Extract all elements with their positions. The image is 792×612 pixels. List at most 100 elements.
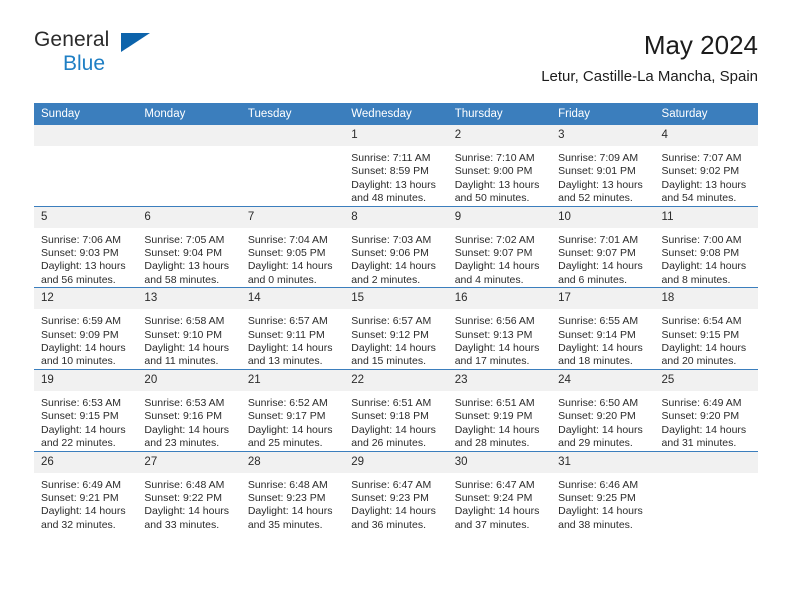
sunrise-text: Sunrise: 7:04 AM: [247, 233, 328, 246]
sunrise-text: Sunrise: 6:57 AM: [247, 315, 328, 328]
calendar-day-cell[interactable]: 9 Sunrise: 7:02 AM Sunset: 9:07 PM Daylight…: [447, 205, 552, 288]
calendar-day-cell[interactable]: 26 Sunrise: 6:49 AM Sunset: 9:21 PM Dayligh…: [34, 450, 138, 533]
calendar-day-cell[interactable]: 22 Sunrise: 6:51 AM Sunset: 9:18 PM Dayligh…: [344, 368, 448, 451]
calendar-day-cell[interactable]: 21 Sunrise: 6:52 AM Sunset: 9:17 PM Dayligh…: [240, 368, 345, 451]
daylight-text-line2: and 10 minutes.: [41, 355, 116, 368]
daylight-text-line1: Daylight: 14 hours: [247, 423, 333, 436]
sunrise-text: Sunrise: 6:51 AM: [454, 396, 535, 409]
daylight-text-line2: and 48 minutes.: [351, 192, 426, 205]
day-details: Sunrise: 6:56 AM Sunset: 9:13 PM Daylight:…: [448, 309, 551, 369]
sunrise-text: Sunrise: 6:57 AM: [351, 315, 432, 328]
sunrise-text: Sunrise: 7:05 AM: [144, 233, 225, 246]
day-number: [240, 125, 345, 146]
day-details: Sunrise: 6:57 AM Sunset: 9:12 PM Daylight:…: [344, 309, 447, 369]
calendar-grid: Sunday Monday Tuesday Wednesday Thursday…: [34, 103, 758, 533]
calendar-day-cell[interactable]: 2 Sunrise: 7:10 AM Sunset: 9:00 PM Daylight…: [447, 125, 552, 207]
calendar-day-cell[interactable]: 23 Sunrise: 6:51 AM Sunset: 9:19 PM Dayligh…: [447, 368, 552, 451]
daylight-text-line1: Daylight: 14 hours: [351, 423, 436, 436]
sunset-text: Sunset: 9:20 PM: [558, 410, 636, 423]
daylight-text-line1: Daylight: 14 hours: [661, 423, 747, 436]
page-title: May 2024: [643, 30, 758, 60]
daylight-text-line1: Daylight: 14 hours: [454, 342, 540, 355]
day-number: 29: [344, 451, 448, 473]
sunrise-text: Sunrise: 7:00 AM: [661, 233, 742, 246]
day-details: Sunrise: 6:46 AM Sunset: 9:25 PM Daylight:…: [551, 473, 654, 533]
day-number: 13: [137, 288, 241, 310]
day-details: Sunrise: 6:57 AM Sunset: 9:11 PM Daylight:…: [241, 309, 344, 369]
calendar-day-cell[interactable]: 25 Sunrise: 6:49 AM Sunset: 9:20 PM Dayligh…: [654, 368, 758, 451]
sunset-text: Sunset: 9:22 PM: [144, 491, 223, 504]
sunset-text: Sunset: 9:25 PM: [558, 491, 636, 504]
calendar-body: 1 Sunrise: 7:11 AM Sunset: 8:59 PM Daylight…: [34, 125, 758, 533]
weekday-header-sunday: Sunday: [34, 103, 138, 125]
calendar-day-cell[interactable]: 17 Sunrise: 6:55 AM Sunset: 9:14 PM Dayligh…: [551, 287, 655, 370]
calendar-day-cell[interactable]: 16 Sunrise: 6:56 AM Sunset: 9:13 PM Dayligh…: [447, 287, 552, 370]
sunset-text: Sunset: 9:15 PM: [661, 328, 740, 341]
calendar-day-cell[interactable]: 11 Sunrise: 7:00 AM Sunset: 9:08 PM Dayligh…: [654, 205, 758, 288]
calendar-day-cell[interactable]: 8 Sunrise: 7:03 AM Sunset: 9:06 PM Daylight…: [344, 205, 448, 288]
day-details: Sunrise: 6:52 AM Sunset: 9:17 PM Daylight:…: [241, 391, 344, 451]
day-number: 17: [551, 288, 655, 310]
sunrise-text: Sunrise: 6:53 AM: [144, 396, 225, 409]
daylight-text-line1: Daylight: 13 hours: [351, 178, 436, 191]
day-number: 3: [551, 125, 655, 146]
day-number: 22: [344, 369, 448, 391]
sunrise-text: Sunrise: 6:49 AM: [41, 478, 121, 491]
calendar-day-cell[interactable]: 19 Sunrise: 6:53 AM Sunset: 9:15 PM Dayligh…: [34, 368, 138, 451]
sunset-text: Sunset: 9:21 PM: [41, 491, 119, 504]
sunrise-text: Sunrise: 7:03 AM: [351, 233, 432, 246]
daylight-text-line1: Daylight: 14 hours: [454, 423, 540, 436]
daylight-text-line2: and 22 minutes.: [41, 437, 116, 450]
sunset-text: Sunset: 9:02 PM: [661, 165, 740, 178]
day-number: 19: [34, 369, 138, 391]
weekday-header-thursday: Thursday: [447, 103, 552, 125]
calendar-day-cell[interactable]: 1 Sunrise: 7:11 AM Sunset: 8:59 PM Daylight…: [344, 125, 448, 207]
daylight-text-line2: and 18 minutes.: [558, 355, 633, 368]
day-details: Sunrise: 7:07 AM Sunset: 9:02 PM Daylight:…: [655, 146, 758, 206]
calendar-day-cell[interactable]: 29 Sunrise: 6:47 AM Sunset: 9:23 PM Dayligh…: [344, 450, 448, 533]
day-details: Sunrise: 7:04 AM Sunset: 9:05 PM Daylight:…: [241, 228, 344, 288]
daylight-text-line2: and 23 minutes.: [144, 437, 220, 450]
brand-logo[interactable]: General Blue: [34, 28, 164, 84]
day-number: 7: [240, 206, 345, 228]
calendar-day-cell[interactable]: 3 Sunrise: 7:09 AM Sunset: 9:01 PM Daylight…: [551, 125, 655, 207]
calendar-day-cell[interactable]: 20 Sunrise: 6:53 AM Sunset: 9:16 PM Dayligh…: [137, 368, 241, 451]
calendar-day-cell[interactable]: 24 Sunrise: 6:50 AM Sunset: 9:20 PM Dayligh…: [551, 368, 655, 451]
calendar-day-cell[interactable]: 6 Sunrise: 7:05 AM Sunset: 9:04 PM Daylight…: [137, 205, 241, 288]
calendar-day-cell[interactable]: 27 Sunrise: 6:48 AM Sunset: 9:22 PM Dayligh…: [137, 450, 241, 533]
calendar-day-cell[interactable]: 13 Sunrise: 6:58 AM Sunset: 9:10 PM Dayligh…: [137, 287, 241, 370]
weekday-header-wednesday: Wednesday: [344, 103, 448, 125]
sunset-text: Sunset: 9:18 PM: [351, 410, 429, 423]
daylight-text-line1: Daylight: 14 hours: [144, 423, 230, 436]
day-number: 8: [344, 206, 448, 228]
calendar-day-cell[interactable]: 14 Sunrise: 6:57 AM Sunset: 9:11 PM Dayligh…: [240, 287, 345, 370]
daylight-text-line2: and 2 minutes.: [351, 273, 421, 286]
daylight-text-line2: and 56 minutes.: [41, 273, 116, 286]
day-details: Sunrise: 7:05 AM Sunset: 9:04 PM Daylight:…: [137, 228, 240, 288]
sunrise-text: Sunrise: 6:54 AM: [661, 315, 742, 328]
calendar-day-cell[interactable]: 7 Sunrise: 7:04 AM Sunset: 9:05 PM Daylight…: [240, 205, 345, 288]
calendar-day-cell[interactable]: 28 Sunrise: 6:48 AM Sunset: 9:23 PM Dayligh…: [240, 450, 345, 533]
sunset-text: Sunset: 9:00 PM: [454, 165, 533, 178]
calendar-day-cell[interactable]: 30 Sunrise: 6:47 AM Sunset: 9:24 PM Dayligh…: [447, 450, 552, 533]
day-number: 27: [137, 451, 241, 473]
calendar-day-cell[interactable]: 12 Sunrise: 6:59 AM Sunset: 9:09 PM Dayligh…: [34, 287, 138, 370]
daylight-text-line1: Daylight: 14 hours: [454, 260, 540, 273]
calendar-day-cell[interactable]: 10 Sunrise: 7:01 AM Sunset: 9:07 PM Dayligh…: [551, 205, 655, 288]
day-number: 6: [137, 206, 241, 228]
day-details: Sunrise: 6:51 AM Sunset: 9:19 PM Daylight:…: [448, 391, 551, 451]
day-details: Sunrise: 6:49 AM Sunset: 9:21 PM Daylight:…: [34, 473, 137, 533]
sunset-text: Sunset: 9:16 PM: [144, 410, 223, 423]
daylight-text-line2: and 32 minutes.: [41, 518, 116, 531]
calendar-day-cell[interactable]: 4 Sunrise: 7:07 AM Sunset: 9:02 PM Daylight…: [654, 125, 758, 207]
daylight-text-line1: Daylight: 13 hours: [144, 260, 230, 273]
calendar-day-cell[interactable]: 15 Sunrise: 6:57 AM Sunset: 9:12 PM Dayligh…: [344, 287, 448, 370]
calendar-day-cell[interactable]: 18 Sunrise: 6:54 AM Sunset: 9:15 PM Dayligh…: [654, 287, 758, 370]
daylight-text-line2: and 0 minutes.: [247, 273, 317, 286]
calendar-day-cell[interactable]: 5 Sunrise: 7:06 AM Sunset: 9:03 PM Daylight…: [34, 205, 138, 288]
daylight-text-line2: and 35 minutes.: [247, 518, 323, 531]
calendar-day-cell[interactable]: 31 Sunrise: 6:46 AM Sunset: 9:25 PM Dayligh…: [551, 450, 655, 533]
daylight-text-line1: Daylight: 14 hours: [558, 423, 643, 436]
day-number: [34, 125, 138, 146]
day-details: Sunrise: 7:11 AM Sunset: 8:59 PM Daylight:…: [344, 146, 447, 206]
